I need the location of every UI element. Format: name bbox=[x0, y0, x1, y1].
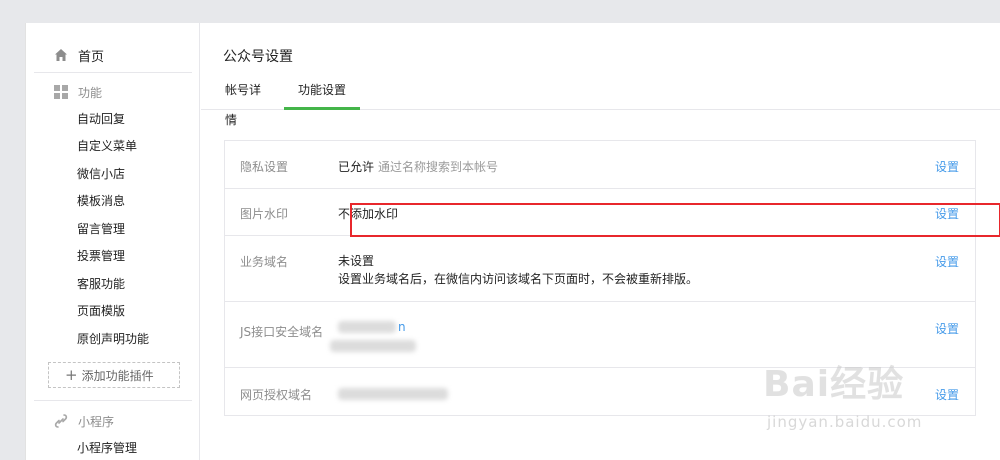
app-frame: 首页 功能 自动回复 自定义菜单 微信小店 模板消息 留言管理 投票管理 客服功… bbox=[25, 23, 1000, 460]
sidebar-item-mini-program-management[interactable]: 小程序管理 bbox=[77, 438, 137, 458]
sidebar-section-features: 功能 bbox=[54, 82, 102, 102]
tab-bar: 帐号详情 功能设置 bbox=[201, 75, 1000, 127]
privacy-status: 已允许 bbox=[338, 160, 375, 174]
sidebar-section-label: 小程序 bbox=[78, 414, 115, 429]
row-label: 图片水印 bbox=[240, 207, 289, 221]
row-label: 业务域名 bbox=[240, 255, 289, 269]
top-bar bbox=[0, 0, 1000, 23]
blurred-domain bbox=[330, 340, 416, 352]
row-label: 隐私设置 bbox=[240, 160, 289, 174]
business-domain-status: 未设置 bbox=[338, 254, 375, 268]
main-content: 公众号设置 帐号详情 功能设置 隐私设置 已允许 通过名称搜索到本帐号 设置 图片… bbox=[201, 23, 1000, 460]
sidebar-section-mini-program: 小程序 bbox=[54, 411, 114, 431]
blurred-domain-tail: n bbox=[398, 320, 406, 334]
sidebar-item-auto-reply[interactable]: 自动回复 bbox=[77, 109, 125, 129]
sidebar-item-wechat-store[interactable]: 微信小店 bbox=[77, 164, 125, 184]
sidebar-section-label: 功能 bbox=[78, 85, 103, 100]
grid-icon bbox=[54, 85, 68, 99]
sidebar-item-home[interactable]: 首页 bbox=[54, 45, 104, 65]
home-icon bbox=[55, 49, 67, 61]
sidebar-item-page-template[interactable]: 页面模版 bbox=[77, 301, 125, 321]
sidebar-item-vote-management[interactable]: 投票管理 bbox=[77, 246, 125, 266]
blurred-domain bbox=[338, 388, 448, 400]
link-icon bbox=[54, 414, 68, 428]
row-label: JS接口安全域名 bbox=[240, 325, 324, 339]
sidebar: 首页 功能 自动回复 自定义菜单 微信小店 模板消息 留言管理 投票管理 客服功… bbox=[26, 23, 200, 460]
page-title: 公众号设置 bbox=[223, 49, 293, 65]
row-label: 网页授权域名 bbox=[240, 388, 313, 402]
plus-icon: + bbox=[65, 365, 78, 384]
tab-feature-settings[interactable]: 功能设置 bbox=[284, 75, 360, 110]
add-plugin-label: 添加功能插件 bbox=[81, 368, 154, 383]
settings-row-oauth-domain: 网页授权域名 设置 bbox=[225, 368, 975, 415]
sidebar-item-custom-menu[interactable]: 自定义菜单 bbox=[77, 136, 137, 156]
business-domain-settings-link[interactable]: 设置 bbox=[935, 253, 959, 270]
settings-table: 隐私设置 已允许 通过名称搜索到本帐号 设置 图片水印 不添加水印 设置 业务域名… bbox=[224, 140, 976, 416]
privacy-settings-link[interactable]: 设置 bbox=[935, 158, 959, 175]
add-plugin-button[interactable]: + 添加功能插件 bbox=[48, 362, 180, 388]
sidebar-item-comment-management[interactable]: 留言管理 bbox=[77, 219, 125, 239]
sidebar-divider bbox=[34, 400, 192, 401]
sidebar-item-label: 首页 bbox=[78, 49, 105, 65]
sidebar-item-original-declaration[interactable]: 原创声明功能 bbox=[77, 329, 149, 349]
settings-row-privacy: 隐私设置 已允许 通过名称搜索到本帐号 设置 bbox=[225, 141, 975, 189]
sidebar-item-customer-service[interactable]: 客服功能 bbox=[77, 274, 125, 294]
business-domain-description: 设置业务域名后，在微信内访问该域名下页面时，不会被重新排版。 bbox=[338, 272, 699, 286]
tab-account-details[interactable]: 帐号详情 bbox=[225, 75, 271, 127]
sidebar-item-template-message[interactable]: 模板消息 bbox=[77, 191, 125, 211]
privacy-hint: 通过名称搜索到本帐号 bbox=[378, 160, 499, 174]
sidebar-divider bbox=[34, 72, 192, 73]
js-domain-settings-link[interactable]: 设置 bbox=[935, 320, 959, 337]
oauth-domain-settings-link[interactable]: 设置 bbox=[935, 386, 959, 403]
blurred-domain bbox=[338, 321, 396, 333]
highlight-box bbox=[350, 203, 1000, 237]
settings-row-business-domain: 业务域名 未设置 设置业务域名后，在微信内访问该域名下页面时，不会被重新排版。 … bbox=[225, 236, 975, 302]
settings-row-js-domain: JS接口安全域名 n 设置 bbox=[225, 302, 975, 368]
row-value: 已允许 通过名称搜索到本帐号 bbox=[338, 158, 498, 175]
